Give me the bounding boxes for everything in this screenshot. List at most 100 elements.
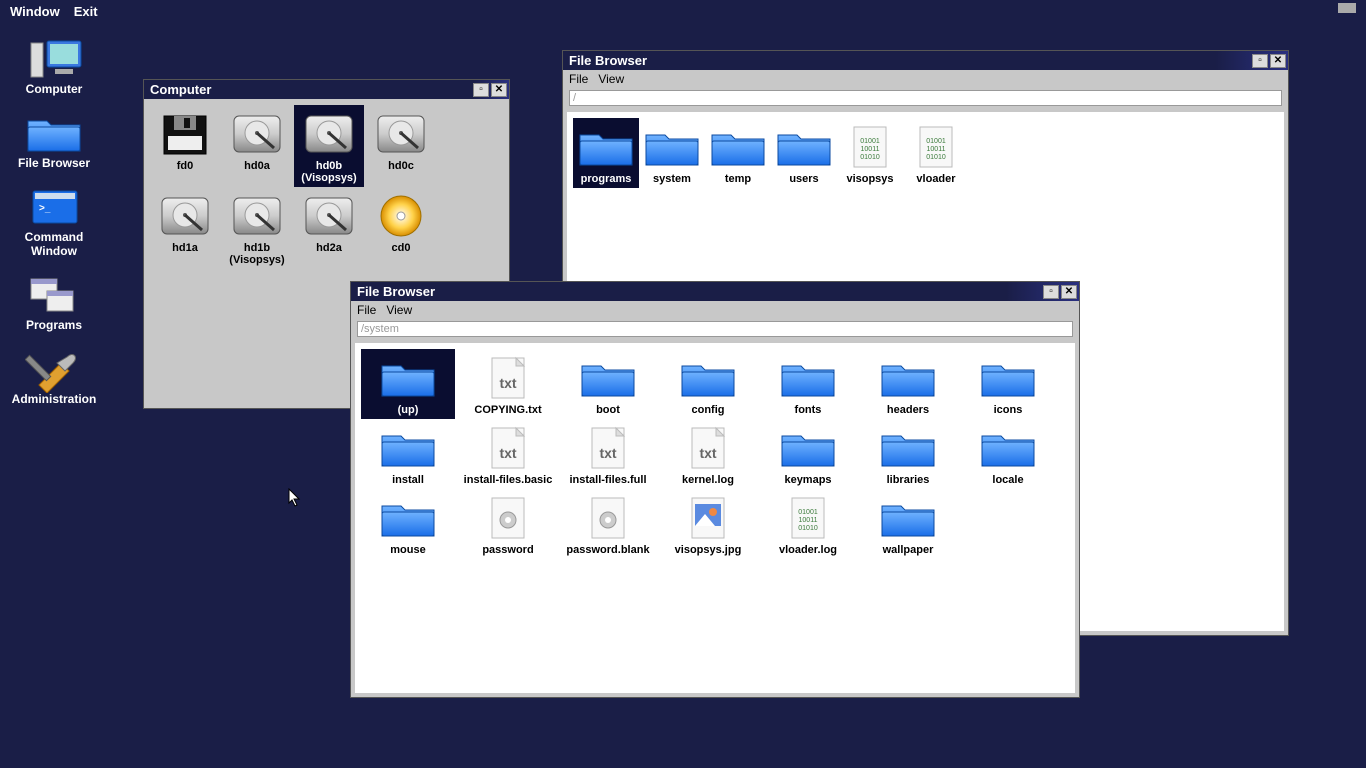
folder-icon bbox=[25, 108, 83, 156]
titlebar[interactable]: File Browser ▫ ✕ bbox=[563, 51, 1288, 70]
item-install-files-basic[interactable]: install-files.basic bbox=[461, 419, 555, 489]
label: install-files.basic bbox=[464, 474, 553, 486]
item-libraries[interactable]: libraries bbox=[861, 419, 955, 489]
item-install[interactable]: install bbox=[361, 419, 455, 489]
label: config bbox=[692, 404, 725, 416]
folder-icon bbox=[577, 352, 639, 402]
minimize-button[interactable]: ▫ bbox=[473, 83, 489, 97]
label: hd0b (Visopsys) bbox=[294, 160, 364, 184]
item-vloader[interactable]: vloader bbox=[903, 118, 969, 188]
item-visopsys-jpg[interactable]: visopsys.jpg bbox=[661, 489, 755, 559]
titlebar[interactable]: File Browser ▫ ✕ bbox=[351, 282, 1079, 301]
folder-icon bbox=[677, 352, 739, 402]
item-hd1a[interactable]: hd1a bbox=[150, 187, 220, 269]
menu-file[interactable]: File bbox=[357, 303, 376, 317]
hdd-icon bbox=[226, 190, 288, 240]
folder-icon bbox=[641, 121, 703, 171]
titlebar[interactable]: Computer ▫ ✕ bbox=[144, 80, 509, 99]
minimize-button[interactable]: ▫ bbox=[1252, 54, 1268, 68]
desktop-administration[interactable]: Administration bbox=[7, 342, 102, 412]
address-bar[interactable]: / bbox=[569, 90, 1282, 106]
img-icon bbox=[677, 492, 739, 542]
close-button[interactable]: ✕ bbox=[1061, 285, 1077, 299]
label: vloader.log bbox=[779, 544, 837, 556]
menu-view[interactable]: View bbox=[598, 72, 624, 86]
label: COPYING.txt bbox=[474, 404, 541, 416]
desktop-file-browser[interactable]: File Browser bbox=[7, 106, 102, 176]
taskbar-minimize-icon[interactable] bbox=[1338, 3, 1356, 13]
binfile-icon bbox=[777, 492, 839, 542]
item-fd0[interactable]: fd0 bbox=[150, 105, 220, 187]
item-mouse[interactable]: mouse bbox=[361, 489, 455, 559]
item-hd2a[interactable]: hd2a bbox=[294, 187, 364, 269]
file-browser-system: File Browser ▫ ✕ File View /system (up) C… bbox=[350, 281, 1080, 698]
menu-file[interactable]: File bbox=[569, 72, 588, 86]
menu-window[interactable]: Window bbox=[10, 4, 60, 19]
folder-icon bbox=[877, 422, 939, 472]
label: vloader bbox=[916, 173, 955, 185]
label: Programs bbox=[26, 318, 82, 332]
binfile-icon bbox=[905, 121, 967, 171]
item-wallpaper[interactable]: wallpaper bbox=[861, 489, 955, 559]
item-config[interactable]: config bbox=[661, 349, 755, 419]
folder-icon bbox=[377, 422, 439, 472]
item-cd0[interactable]: cd0 bbox=[366, 187, 436, 269]
item-install-files-full[interactable]: install-files.full bbox=[561, 419, 655, 489]
label: libraries bbox=[887, 474, 930, 486]
desktop-command-window[interactable]: Command Window bbox=[7, 180, 102, 264]
item-keymaps[interactable]: keymaps bbox=[761, 419, 855, 489]
label: hd2a bbox=[316, 242, 342, 254]
item-headers[interactable]: headers bbox=[861, 349, 955, 419]
label: File Browser bbox=[18, 156, 90, 170]
terminal-icon bbox=[25, 182, 83, 230]
minimize-button[interactable]: ▫ bbox=[1043, 285, 1059, 299]
file-browser-content: (up) COPYING.txt boot config fontsheaders ico… bbox=[355, 343, 1075, 693]
desktop-computer[interactable]: Computer bbox=[7, 32, 102, 102]
programs-icon bbox=[25, 270, 83, 318]
label: icons bbox=[994, 404, 1023, 416]
item-copying-txt[interactable]: COPYING.txt bbox=[461, 349, 555, 419]
label: visopsys.jpg bbox=[675, 544, 742, 556]
item-hd1b-visopsys-[interactable]: hd1b (Visopsys) bbox=[222, 187, 292, 269]
desktop-icons: Computer File Browser Command Window Progra… bbox=[6, 32, 102, 412]
label: install bbox=[392, 474, 424, 486]
close-button[interactable]: ✕ bbox=[1270, 54, 1286, 68]
item-password[interactable]: password bbox=[461, 489, 555, 559]
item--up-[interactable]: (up) bbox=[361, 349, 455, 419]
label: visopsys bbox=[846, 173, 893, 185]
item-boot[interactable]: boot bbox=[561, 349, 655, 419]
item-programs[interactable]: programs bbox=[573, 118, 639, 188]
close-button[interactable]: ✕ bbox=[491, 83, 507, 97]
label: locale bbox=[992, 474, 1023, 486]
item-temp[interactable]: temp bbox=[705, 118, 771, 188]
tools-icon bbox=[25, 344, 83, 392]
address-bar[interactable]: /system bbox=[357, 321, 1073, 337]
window-title: File Browser bbox=[357, 284, 435, 299]
item-fonts[interactable]: fonts bbox=[761, 349, 855, 419]
item-visopsys[interactable]: visopsys bbox=[837, 118, 903, 188]
desktop-programs[interactable]: Programs bbox=[7, 268, 102, 338]
item-icons[interactable]: icons bbox=[961, 349, 1055, 419]
item-hd0b-visopsys-[interactable]: hd0b (Visopsys) bbox=[294, 105, 364, 187]
item-password-blank[interactable]: password.blank bbox=[561, 489, 655, 559]
label: hd1b (Visopsys) bbox=[222, 242, 292, 266]
hdd-icon bbox=[370, 108, 432, 158]
item-system[interactable]: system bbox=[639, 118, 705, 188]
label: password bbox=[482, 544, 533, 556]
folder-icon bbox=[707, 121, 769, 171]
folder-icon bbox=[977, 422, 1039, 472]
window-title: File Browser bbox=[569, 53, 647, 68]
item-hd0a[interactable]: hd0a bbox=[222, 105, 292, 187]
menu-exit[interactable]: Exit bbox=[74, 4, 98, 19]
label: temp bbox=[725, 173, 751, 185]
menu-view[interactable]: View bbox=[386, 303, 412, 317]
label: hd1a bbox=[172, 242, 198, 254]
txt-icon bbox=[577, 422, 639, 472]
item-locale[interactable]: locale bbox=[961, 419, 1055, 489]
label: users bbox=[789, 173, 818, 185]
folder-icon bbox=[777, 352, 839, 402]
item-hd0c[interactable]: hd0c bbox=[366, 105, 436, 187]
item-vloader-log[interactable]: vloader.log bbox=[761, 489, 855, 559]
item-users[interactable]: users bbox=[771, 118, 837, 188]
item-kernel-log[interactable]: kernel.log bbox=[661, 419, 755, 489]
